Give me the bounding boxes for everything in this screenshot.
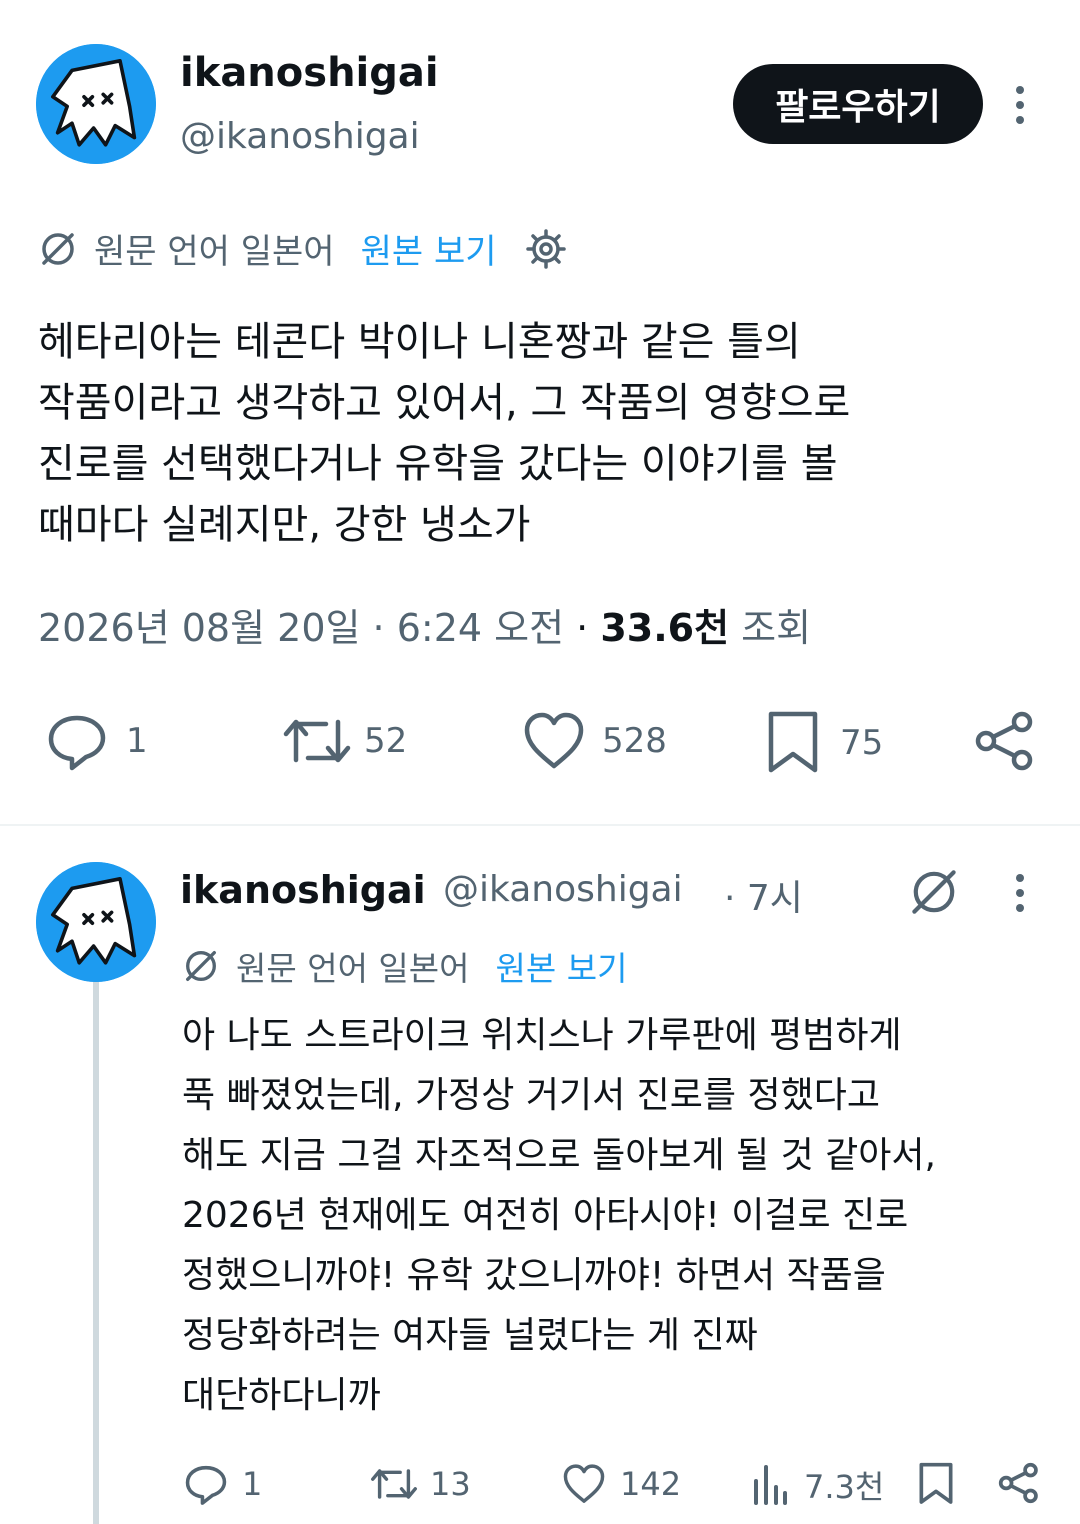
translation-source-label: 원문 언어 일본어 [94,232,335,272]
reply-text-line: 아 나도 스트라이크 위치스나 가루판에 평범하게 [182,1015,902,1056]
reply-author-avatar[interactable] [36,862,156,982]
reply-author-handle[interactable]: @ikanoshigai [443,869,683,910]
like-button[interactable]: 528 [522,710,667,772]
post-text-line: 헤타리아는 테콘다 박이나 니혼짱과 같은 틀의 [38,319,801,365]
repost-icon [371,1469,417,1499]
post-text-line: 작품이라고 생각하고 있어서, 그 작품의 영향으로 [38,380,851,426]
squid-avatar-icon [36,862,156,982]
bookmark-button[interactable]: 75 [766,710,883,776]
squid-avatar-icon [36,44,156,164]
reply-bookmark-button[interactable] [918,1462,954,1506]
reply-like-button[interactable]: 142 [562,1462,681,1506]
view-count: 7.3천 [804,1468,885,1506]
author-name[interactable]: ikanoshigai [180,50,439,96]
divider [0,824,1080,826]
reply-button[interactable]: 1 [46,710,148,772]
author-avatar[interactable] [36,44,156,164]
share-button[interactable] [974,710,1036,772]
reply-icon [185,1465,227,1505]
analytics-icon [754,1465,787,1505]
bookmark-icon [919,1462,953,1504]
reply-text-line: 푹 빠졌었는데, 가정상 거기서 진로를 정했다고 [182,1075,880,1116]
post-metadata: 2026년 08월 20일 · 6:24 오전 · 33.6천 조회 [38,597,811,652]
reply-text-line: 해도 지금 그걸 자조적으로 돌아보게 될 것 같아서, [182,1135,936,1176]
show-original-link[interactable]: 원본 보기 [361,224,497,273]
share-icon [975,711,1033,771]
separator: · [372,606,385,650]
translation-bar: 원문 언어 일본어 원본 보기 [38,224,567,273]
author-handle[interactable]: @ikanoshigai [180,116,420,157]
repost-count: 52 [364,721,408,761]
bookmark-icon [768,711,818,773]
post-text: 헤타리아는 테콘다 박이나 니혼짱과 같은 틀의 작품이라고 생각하고 있어서,… [38,312,850,556]
reply-text: 아 나도 스트라이크 위치스나 가루판에 평범하게 푹 빠졌었는데, 가정상 거… [182,1006,936,1426]
reply-icon [48,715,106,771]
follow-button[interactable]: 팔로우하기 [733,64,983,144]
reply-text-line: 정했으니까야! 유학 갔으니까야! 하면서 작품을 [182,1255,886,1296]
translate-icon [186,951,216,981]
view-count[interactable]: 33.6천 [600,606,729,650]
reply-time[interactable]: · 7시 [724,869,803,921]
like-count: 528 [602,721,667,761]
reply-count: 1 [242,1465,263,1503]
more-options-icon[interactable] [1013,86,1027,124]
reply-share-button[interactable] [998,1462,1040,1504]
reply-views-button[interactable]: 7.3천 [752,1462,884,1508]
repost-count: 13 [430,1465,471,1503]
reply-reply-button[interactable]: 1 [184,1462,262,1506]
heart-icon [524,712,584,769]
post-text-line: 진로를 선택했다거나 유학을 갔다는 이야기를 볼 [38,441,838,487]
translation-source-label: 원문 언어 일본어 [236,949,470,988]
thread-line [93,980,99,1524]
heart-icon [563,1464,605,1503]
translate-icon[interactable] [906,864,962,920]
reply-repost-button[interactable]: 13 [370,1462,471,1506]
reply-translation-bar: 원문 언어 일본어 원본 보기 [182,942,627,990]
reply-text-line: 정당화하려는 여자들 널렸다는 게 진짜 [182,1315,758,1356]
reply-count: 1 [126,721,148,761]
reply-text-line: 대단하다니까 [182,1375,381,1416]
post-time[interactable]: 6:24 오전 [397,606,564,650]
repost-icon [283,719,351,763]
bookmark-count: 75 [840,723,884,763]
view-label: 조회 [741,606,812,650]
reply-more-options-icon[interactable] [1013,874,1027,912]
like-count: 142 [620,1465,682,1503]
translate-icon [42,232,74,265]
post-date[interactable]: 2026년 08월 20일 [38,606,360,650]
show-original-link[interactable]: 원본 보기 [496,942,628,990]
reply-text-line: 2026년 현재에도 여전히 아타시야! 이걸로 진로 [182,1195,909,1236]
reply-author-name[interactable]: ikanoshigai [180,868,426,912]
post-text-line: 때마다 실례지만, 강한 냉소가 [38,502,531,548]
separator: · [576,606,589,650]
gear-icon[interactable] [525,228,567,270]
repost-button[interactable]: 52 [282,710,407,772]
share-icon [998,1462,1038,1504]
